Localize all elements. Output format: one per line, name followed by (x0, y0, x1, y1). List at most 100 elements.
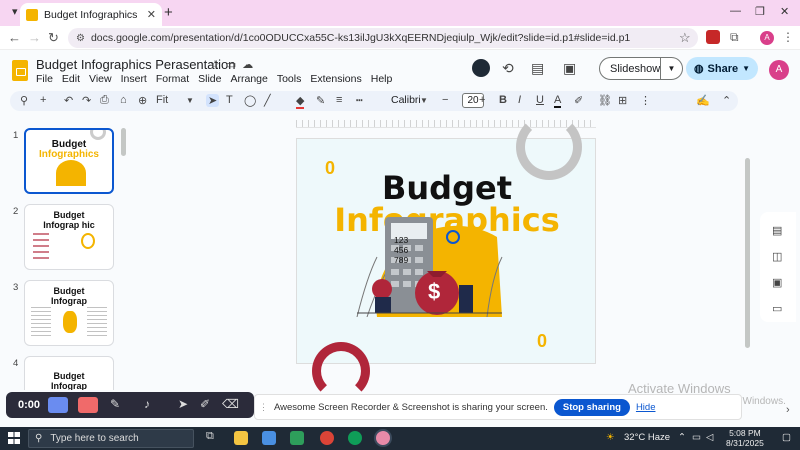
pause-button[interactable] (48, 397, 68, 413)
zero-decoration[interactable]: 0 (325, 158, 335, 179)
zoom-icon[interactable]: ⊕ (138, 94, 147, 107)
menu-arrange[interactable]: Arrange (230, 73, 267, 85)
filmstrip-scrollbar[interactable] (121, 128, 126, 156)
border-weight-icon[interactable]: ≡ (336, 94, 342, 106)
border-dash-icon[interactable]: ┅ (356, 94, 363, 107)
gemini-icon[interactable] (472, 59, 490, 77)
notepad-icon[interactable] (290, 431, 304, 445)
chrome-active-icon[interactable] (376, 431, 390, 445)
select-tool-icon[interactable]: ➤ (206, 94, 220, 107)
cloud-status-icon[interactable]: ☁ (242, 58, 253, 71)
menu-view[interactable]: View (89, 73, 112, 85)
paint-format-icon[interactable]: ⌂ (120, 94, 127, 106)
eraser-tool-icon[interactable]: ⌫ (222, 397, 239, 411)
menu-edit[interactable]: Edit (62, 73, 80, 85)
windows-start-icon[interactable] (8, 432, 20, 444)
font-family-select[interactable]: Calibri (391, 94, 421, 106)
taskbar-search[interactable]: ⚲ Type here to search (28, 429, 194, 448)
insert-link-icon[interactable]: ⛓ (598, 94, 612, 107)
menu-help[interactable]: Help (371, 73, 393, 85)
zoom-dropdown-icon[interactable]: ▼ (186, 96, 194, 105)
drag-handle-icon[interactable]: ⋮ (259, 402, 268, 413)
bookmark-star-icon[interactable]: ☆ (679, 30, 691, 46)
drive-icon[interactable]: ▭ (772, 302, 782, 315)
system-clock[interactable]: 5:08 PM 8/31/2025 (726, 428, 764, 448)
menu-tools[interactable]: Tools (277, 73, 302, 85)
menu-slide[interactable]: Slide (198, 73, 221, 85)
line-icon[interactable]: ╱ (264, 94, 271, 107)
slide-thumbnail-3[interactable]: Budget Infograp (24, 280, 114, 346)
weather-icon[interactable]: ☀ (606, 432, 615, 443)
add-comment-icon[interactable]: ⊞ (618, 94, 627, 107)
slideshow-button[interactable]: Slideshow ▼ (599, 57, 683, 80)
site-info-icon[interactable]: ⚙ (76, 33, 85, 44)
budget-illustration[interactable] (337, 217, 517, 317)
new-tab-icon[interactable]: + (164, 4, 173, 21)
move-folder-icon[interactable]: ▭ (226, 58, 236, 71)
new-slide-icon[interactable]: + (40, 94, 46, 106)
gray-ring-shape[interactable] (516, 114, 582, 180)
hide-link[interactable]: Hide (636, 402, 656, 413)
comments-icon[interactable]: ▤ (531, 60, 544, 77)
contacts-icon[interactable]: ▣ (772, 276, 782, 289)
slides-logo-icon[interactable] (12, 60, 28, 81)
star-icon[interactable]: ☆ (210, 58, 220, 71)
share-dropdown-icon[interactable]: ▼ (742, 64, 750, 73)
underline-icon[interactable]: U (536, 94, 544, 106)
tab-search-icon[interactable]: ▾ (12, 5, 18, 18)
menu-insert[interactable]: Insert (121, 73, 147, 85)
reload-icon[interactable]: ↻ (48, 30, 59, 46)
user-avatar[interactable]: A (769, 60, 789, 80)
chrome-profile-icon[interactable] (348, 431, 362, 445)
slide-thumbnail-4[interactable]: Budget Infograp (24, 356, 114, 390)
close-window-icon[interactable]: ✕ (780, 5, 789, 18)
search-menus-icon[interactable]: ⚲ (20, 94, 28, 107)
redo-icon[interactable]: ↷ (82, 94, 91, 107)
decrease-font-size-icon[interactable]: − (442, 94, 448, 106)
tray-chevron-icon[interactable]: ⌃ (678, 432, 686, 443)
volume-icon[interactable]: ◁ (706, 432, 713, 443)
close-tab-icon[interactable]: ✕ (147, 8, 156, 21)
highlight-icon[interactable]: ✐ (574, 94, 583, 107)
recorder-extension-icon[interactable] (706, 30, 720, 44)
file-explorer-icon[interactable] (234, 431, 248, 445)
pen-tool-icon[interactable]: ✍ (696, 94, 710, 107)
text-color-icon[interactable]: A (554, 94, 562, 108)
browser-tab[interactable]: Budget Infographics Perasentation ✕ (20, 3, 162, 26)
undo-icon[interactable]: ↶ (64, 94, 73, 107)
mic-off-icon[interactable]: ♪ (144, 397, 150, 411)
omnibox[interactable]: ⚙ docs.google.com/presentation/d/1co0ODU… (68, 28, 698, 48)
meet-camera-icon[interactable]: ▣ (563, 60, 576, 77)
zero-decoration[interactable]: 0 (537, 331, 547, 352)
keep-icon[interactable]: ▤ (772, 224, 782, 237)
menu-file[interactable]: File (36, 73, 53, 85)
show-side-panel-icon[interactable]: › (786, 404, 790, 416)
extensions-puzzle-icon[interactable]: ⧉ (730, 30, 739, 45)
minimize-icon[interactable]: — (730, 5, 741, 17)
fill-color-icon[interactable]: ◆ (296, 94, 305, 109)
italic-icon[interactable]: I (518, 94, 521, 106)
media-player-icon[interactable] (262, 431, 276, 445)
stop-recording-button[interactable] (78, 397, 98, 413)
restore-icon[interactable]: ❐ (755, 5, 765, 18)
slideshow-dropdown-icon[interactable]: ▼ (660, 58, 682, 79)
shape-icon[interactable]: ◯ (244, 94, 256, 107)
font-dropdown-icon[interactable]: ▼ (420, 96, 428, 105)
slide-thumbnail-2[interactable]: Budget Infograp hic (24, 204, 114, 270)
bold-icon[interactable]: B (499, 94, 507, 106)
network-icon[interactable]: ▭ (692, 432, 701, 443)
tasks-icon[interactable]: ◫ (772, 250, 782, 263)
forward-icon[interactable]: → (28, 30, 41, 45)
menu-extensions[interactable]: Extensions (310, 73, 361, 85)
collapse-toolbar-icon[interactable]: ⌃ (722, 94, 731, 107)
print-icon[interactable]: ⎙ (100, 94, 109, 107)
text-box-icon[interactable]: T (226, 94, 233, 106)
chrome-icon[interactable] (320, 431, 334, 445)
draw-tool-icon[interactable]: ✐ (200, 397, 210, 411)
document-title[interactable]: Budget Infographics Perasentation (36, 57, 235, 72)
slide-thumbnail-1[interactable]: Budget Infographics (24, 128, 114, 194)
notifications-icon[interactable]: ▢ (782, 432, 791, 443)
weather-text[interactable]: 32°C Haze (624, 432, 670, 443)
border-color-icon[interactable]: ✎ (316, 94, 325, 107)
menu-format[interactable]: Format (156, 73, 189, 85)
